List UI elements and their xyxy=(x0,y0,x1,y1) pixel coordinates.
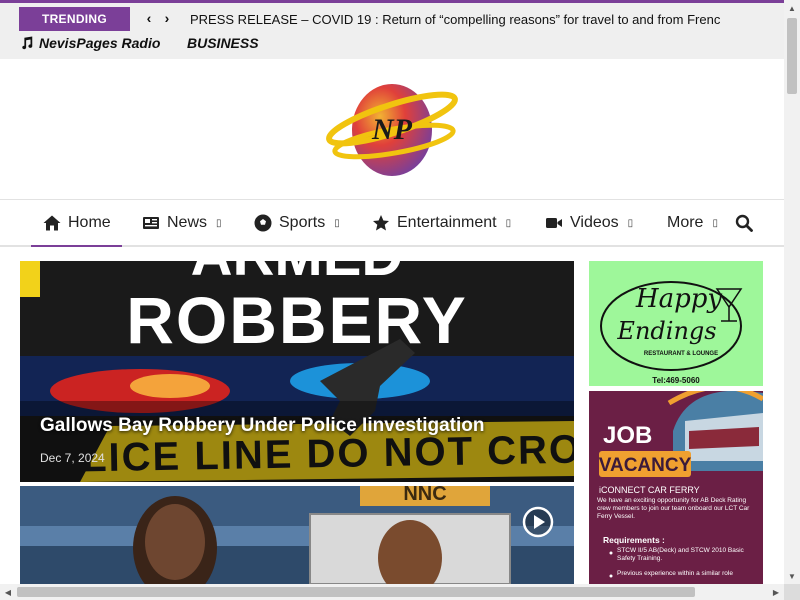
search-icon[interactable] xyxy=(735,214,753,232)
site-logo[interactable]: NP xyxy=(322,79,462,181)
ad-text-vacancy: VACANCY xyxy=(599,455,692,476)
ad-text-req1: STCW II/5 AB(Deck) and STCW 2010 Basic S… xyxy=(617,547,744,562)
article-title[interactable]: Gallows Bay Robbery Under Police Iinvest… xyxy=(40,415,485,437)
image-text-robbery: ROBBERY xyxy=(126,283,468,357)
ad-text-endings: Endings xyxy=(616,317,716,345)
nav-label-entertainment: Entertainment xyxy=(397,214,497,231)
newspaper-icon xyxy=(142,214,160,232)
vertical-scrollbar[interactable]: ▲ ▼ xyxy=(784,0,800,584)
business-link[interactable]: BUSINESS xyxy=(187,35,259,51)
article-image: ARMED ROBBERY POLICE LINE DO NOT CROSS xyxy=(20,261,574,482)
nav-item-more[interactable]: More ▯ xyxy=(667,200,718,246)
radio-label: NevisPages Radio xyxy=(39,35,161,51)
vertical-scroll-thumb[interactable] xyxy=(787,18,797,94)
dropdown-caret-icon: ▯ xyxy=(505,217,512,229)
main-nav: Home News ▯ Sports ▯ Entertainment ▯ Vid… xyxy=(0,199,784,248)
image-text-nnc: NNC xyxy=(403,486,446,505)
chevron-left-icon[interactable]: ‹ xyxy=(142,9,156,27)
video-article-card[interactable]: NNC xyxy=(20,486,574,584)
top-bar: TRENDING ‹ › PRESS RELEASE – COVID 19 : … xyxy=(0,3,784,59)
dropdown-caret-icon: ▯ xyxy=(627,217,634,229)
nav-item-sports[interactable]: Sports ▯ xyxy=(254,200,340,246)
horizontal-scrollbar[interactable]: ◀ ▶ xyxy=(0,584,784,600)
ad-text-requirements: Requirements : xyxy=(603,535,665,545)
nav-label-news: News xyxy=(167,214,208,231)
soccer-ball-icon xyxy=(254,214,272,232)
horizontal-scroll-thumb[interactable] xyxy=(17,587,695,597)
trending-label: TRENDING xyxy=(19,7,130,31)
nav-item-videos[interactable]: Videos ▯ xyxy=(545,200,633,246)
play-circle-icon[interactable] xyxy=(522,506,554,538)
article-date: Dec 7, 2024 xyxy=(40,451,105,465)
home-icon xyxy=(43,214,61,232)
video-camera-icon xyxy=(545,214,563,232)
radio-link[interactable]: NevisPages Radio xyxy=(20,35,160,51)
ad-image: Happy Endings RESTAURANT & LOUNGE Tel:46… xyxy=(589,261,763,386)
dropdown-caret-icon: ▯ xyxy=(334,217,340,229)
dropdown-caret-icon: ▯ xyxy=(712,217,718,229)
nav-item-entertainment[interactable]: Entertainment ▯ xyxy=(372,200,511,246)
scroll-down-arrow-icon[interactable]: ▼ xyxy=(784,568,800,584)
ad-text-company: iCONNECT CAR FERRY xyxy=(599,485,700,495)
nav-label-videos: Videos xyxy=(570,214,619,231)
music-note-icon xyxy=(22,36,33,50)
job-vacancy-ad[interactable]: JOB VACANCY iCONNECT CAR FERRY We have a… xyxy=(589,391,763,584)
ad-text-req2: Previous experience within a similar rol… xyxy=(617,570,733,577)
trending-headline-link[interactable]: PRESS RELEASE – COVID 19 : Return of “co… xyxy=(190,12,720,27)
site-header: NP xyxy=(0,59,784,199)
scroll-right-arrow-icon[interactable]: ▶ xyxy=(768,584,784,600)
featured-article-card[interactable]: ARMED ROBBERY POLICE LINE DO NOT CROSS G… xyxy=(20,261,574,482)
scrollbar-corner xyxy=(784,584,800,600)
ad-text-job: JOB xyxy=(603,422,652,449)
scroll-up-arrow-icon[interactable]: ▲ xyxy=(784,0,800,16)
nav-label-sports: Sports xyxy=(279,214,326,231)
happy-endings-ad[interactable]: Happy Endings RESTAURANT & LOUNGE Tel:46… xyxy=(589,261,763,386)
scroll-left-arrow-icon[interactable]: ◀ xyxy=(0,584,16,600)
article-image: NNC xyxy=(20,486,574,584)
nav-item-home[interactable]: Home xyxy=(31,200,122,248)
ad-text-body: We have an exciting opportunity for AB D… xyxy=(597,497,750,520)
ad-image: JOB VACANCY iCONNECT CAR FERRY We have a… xyxy=(589,391,763,584)
dropdown-caret-icon: ▯ xyxy=(216,217,222,229)
nav-item-news[interactable]: News ▯ xyxy=(142,200,222,246)
ad-text-happy: Happy xyxy=(635,284,722,314)
logo-monogram: NP xyxy=(371,113,413,146)
nav-label-home: Home xyxy=(68,213,111,231)
ad-text-phone: Tel:469-5060 xyxy=(652,376,700,385)
ad-text-subtitle: RESTAURANT & LOUNGE xyxy=(644,351,718,357)
nav-label-more: More xyxy=(667,214,704,231)
star-icon xyxy=(372,214,390,232)
chevron-right-icon[interactable]: › xyxy=(160,9,174,27)
